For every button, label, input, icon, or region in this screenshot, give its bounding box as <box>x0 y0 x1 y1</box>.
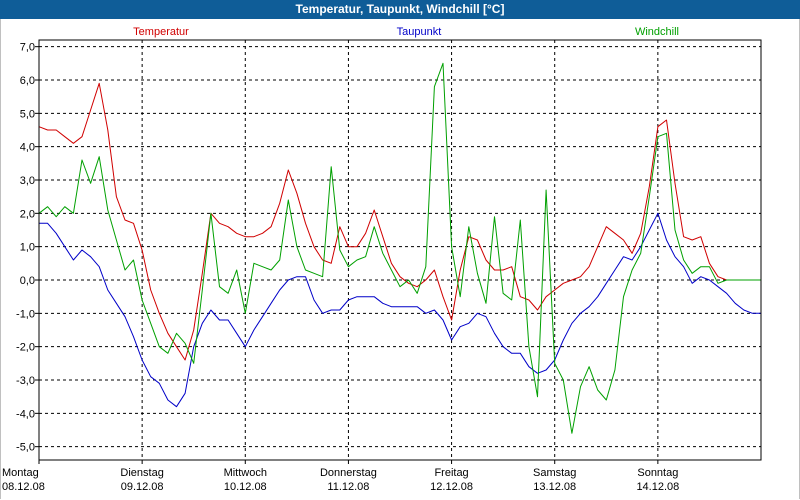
x-tick-day-label: Samstag <box>533 467 576 479</box>
y-tick-label: 5,0 <box>20 108 35 120</box>
y-tick-label: 6,0 <box>20 75 35 87</box>
x-axis-ticks: Montag 08.12.08 Dienstag 09.12.08 Mittwoch 10… <box>2 460 679 493</box>
x-tick-date-label: 12.12.08 <box>430 481 473 493</box>
series-line-windchill <box>38 62 761 434</box>
legend-temperatur: Temperatur <box>133 26 189 38</box>
plot-frame <box>38 39 762 461</box>
x-tick-day-label: Sonntag <box>637 467 678 479</box>
x-tick-day-label: Montag <box>2 467 39 479</box>
y-tick-label: 4,0 <box>20 142 35 154</box>
x-tick-date-label: 09.12.08 <box>121 481 164 493</box>
x-tick-day-label: Dienstag <box>120 467 163 479</box>
y-tick-label: 3,0 <box>20 175 35 187</box>
x-tick-date-label: 14.12.08 <box>636 481 679 493</box>
series-line-temperatur <box>38 82 761 361</box>
y-tick-label: 2,0 <box>20 208 35 220</box>
y-tick-label: 1,0 <box>20 242 35 254</box>
x-tick-date-label: 10.12.08 <box>224 481 267 493</box>
x-tick-day-label: Donnerstag <box>320 467 377 479</box>
x-tick-day-label: Mittwoch <box>224 467 267 479</box>
y-tick-label: -5,0 <box>16 442 35 454</box>
x-tick-day-label: Freitag <box>434 467 468 479</box>
legend-windchill: Windchill <box>635 26 679 38</box>
y-tick-label: -1,0 <box>16 308 35 320</box>
y-tick-label: 0,0 <box>20 275 35 287</box>
y-axis-ticks: 7,0 6,0 5,0 4,0 3,0 2,0 1,0 0,0 -1,0 -2,0 -3,0 -4,0… <box>16 42 39 454</box>
x-tick-date-label: 11.12.08 <box>327 481 369 493</box>
x-tick-date-label: 13.12.08 <box>533 481 576 493</box>
window-title: Temperatur, Taupunkt, Windchill [°C] <box>0 0 800 19</box>
chart-canvas: 7,0 6,0 5,0 4,0 3,0 2,0 1,0 0,0 -1,0 -2,0 -3,0 -4,0… <box>0 19 800 499</box>
y-tick-label: -3,0 <box>16 375 35 387</box>
y-tick-label: -4,0 <box>16 408 35 420</box>
line-chart: 7,0 6,0 5,0 4,0 3,0 2,0 1,0 0,0 -1,0 -2,0 -3,0 -4,0… <box>2 26 762 493</box>
series-line-taupunkt <box>39 212 761 408</box>
legend-taupunkt: Taupunkt <box>397 26 442 38</box>
series-lines <box>38 62 761 434</box>
grid-lines <box>39 40 761 460</box>
y-tick-label: 7,0 <box>20 42 35 54</box>
legend: Temperatur Taupunkt Windchill <box>133 26 679 38</box>
x-tick-date-label: 08.12.08 <box>2 481 45 493</box>
y-tick-label: -2,0 <box>16 342 35 354</box>
